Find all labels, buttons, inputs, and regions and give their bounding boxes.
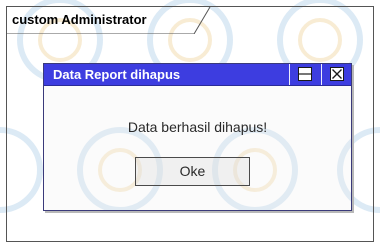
close-button[interactable] bbox=[329, 66, 345, 82]
window-title: custom Administrator bbox=[12, 12, 147, 27]
screen: custom Administrator Data Report dihapus bbox=[0, 0, 380, 245]
dialog-titlebar[interactable]: Data Report dihapus bbox=[44, 64, 351, 86]
ok-button[interactable]: Oke bbox=[135, 157, 250, 186]
maximize-icon bbox=[298, 67, 312, 81]
close-icon bbox=[330, 67, 344, 81]
dialog-title: Data Report dihapus bbox=[53, 67, 181, 82]
titlebar-separator bbox=[289, 64, 290, 85]
titlebar-separator bbox=[321, 64, 322, 85]
dialog-message: Data berhasil dihapus! bbox=[127, 119, 268, 135]
window-title-tab: custom Administrator bbox=[6, 6, 211, 34]
maximize-button[interactable] bbox=[297, 66, 313, 82]
report-deleted-dialog: Data Report dihapus Data berhasil dihapu… bbox=[43, 63, 352, 211]
